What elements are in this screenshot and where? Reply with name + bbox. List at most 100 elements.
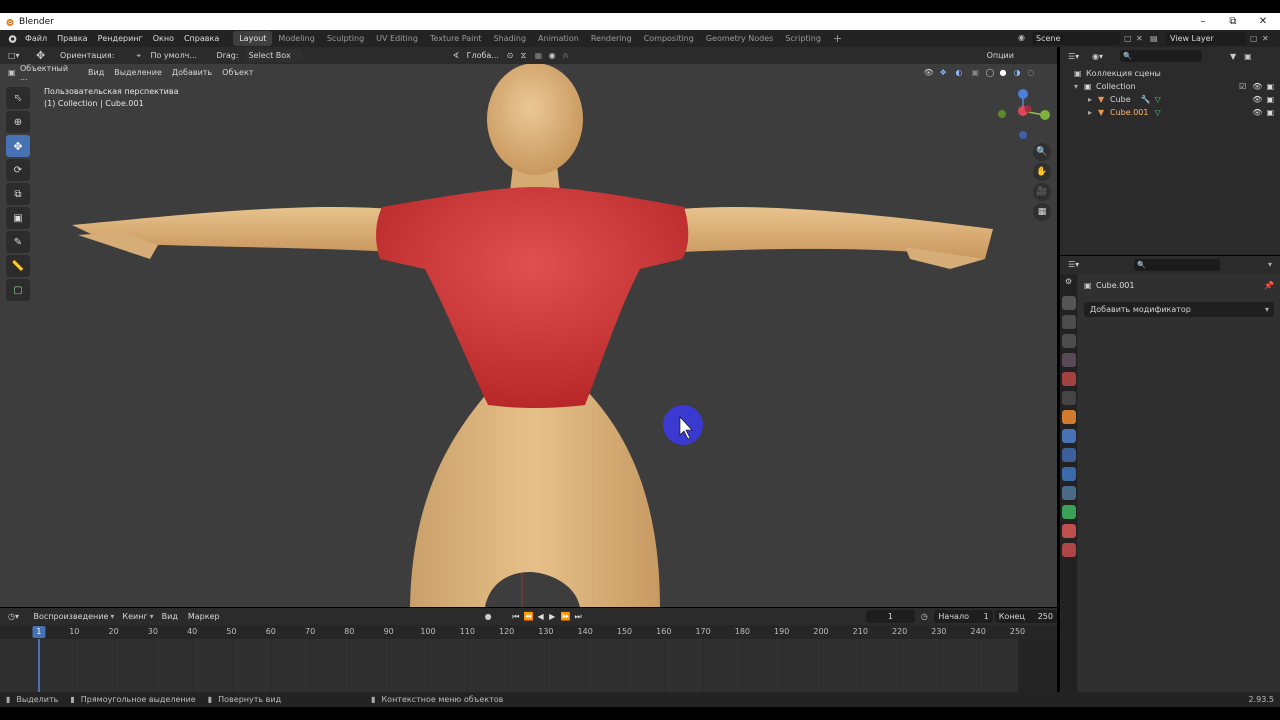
menu-window[interactable]: Окно (153, 34, 174, 43)
tab-uv-editing[interactable]: UV Editing (370, 31, 424, 46)
close-button[interactable]: ✕ (1247, 13, 1279, 30)
tree-item-collection[interactable]: ▾ ▣ Collection ☑ 👁 ▣ (1074, 80, 1274, 93)
menu-edit[interactable]: Правка (57, 34, 87, 43)
play-icon[interactable]: ▶ (549, 612, 561, 621)
timeline-track-area[interactable] (0, 639, 1057, 692)
tree-item-cube[interactable]: ▸ ▼ Cube 🔧 ▽ 👁 ▣ (1074, 93, 1274, 106)
tab-animation[interactable]: Animation (532, 31, 585, 46)
properties-editor-type-icon[interactable]: ☰▾ (1068, 260, 1086, 269)
filter-icon[interactable]: ▼ (1230, 52, 1236, 61)
rotate-tool[interactable]: ⟳ (6, 159, 30, 181)
new-scene-icon[interactable]: ▢ (1124, 34, 1136, 43)
viewport-menu-view[interactable]: Вид (88, 68, 104, 77)
mode-dropdown[interactable]: Объектный ... (20, 64, 78, 82)
tab-texture-paint[interactable]: Texture Paint (424, 31, 488, 46)
material-tab-icon[interactable] (1061, 524, 1076, 538)
tree-item-cube-001[interactable]: ▸ ▼ Cube.001 ▽ 👁 ▣ (1074, 106, 1274, 119)
jump-start-icon[interactable]: ⏮ (512, 612, 524, 622)
play-reverse-icon[interactable]: ◀ (537, 612, 549, 621)
record-icon[interactable]: ● (485, 612, 499, 621)
viewport-menu-object[interactable]: Объект (222, 68, 253, 77)
object-tab-icon[interactable] (1061, 410, 1076, 424)
xray-icon[interactable]: ▣ (971, 68, 985, 77)
menu-help[interactable]: Справка (184, 34, 219, 43)
options-dropdown[interactable]: Опции (987, 51, 1014, 60)
gizmo-z-icon[interactable] (1018, 89, 1028, 99)
checkbox-icon[interactable]: ☑ (1239, 80, 1246, 93)
delete-view-layer-icon[interactable]: ✕ (1262, 34, 1274, 43)
expand-arrow-icon[interactable]: ▸ (1088, 93, 1098, 106)
view-layer-tab-icon[interactable] (1061, 334, 1076, 348)
tab-sculpting[interactable]: Sculpting (321, 31, 370, 46)
gizmo-neg-z-icon[interactable] (1019, 131, 1027, 139)
tab-layout[interactable]: Layout (233, 31, 273, 46)
gizmo-toggle-icon[interactable]: ❖ (939, 68, 955, 77)
annotate-tool[interactable]: ✎ (6, 231, 30, 253)
camera-icon[interactable]: ▣ (1266, 106, 1274, 119)
expand-arrow-icon[interactable]: ▸ (1088, 106, 1098, 119)
blender-menu-icon[interactable] (6, 33, 17, 44)
measure-tool[interactable]: 📏 (6, 255, 30, 277)
timeline-menu-keying[interactable]: Кеинг (122, 612, 147, 621)
gizmo-neg-y-icon[interactable] (998, 110, 1006, 118)
viewport-menu-add[interactable]: Добавить (172, 68, 212, 77)
playhead[interactable] (37, 639, 40, 692)
properties-search-input[interactable]: 🔍 (1134, 258, 1220, 271)
add-modifier-dropdown[interactable]: Добавить модификатор ▾ (1084, 302, 1274, 317)
gizmo-y-icon[interactable] (1040, 110, 1050, 120)
timeline-menu-view[interactable]: Вид (162, 612, 178, 621)
texture-tab-icon[interactable] (1061, 543, 1076, 557)
eye-icon[interactable]: 👁 (1252, 106, 1262, 119)
camera-view-button[interactable]: 🎥 (1033, 183, 1051, 201)
snap-icon[interactable]: ⧖ (521, 51, 535, 61)
move-tool[interactable]: ✥ (6, 135, 30, 157)
editor-type-icon[interactable]: □▾ (8, 51, 26, 60)
add-workspace-button[interactable]: + (827, 31, 848, 46)
shading-wire-icon[interactable]: ◯ (985, 68, 999, 77)
tab-modeling[interactable]: Modeling (272, 31, 320, 46)
ortho-toggle-button[interactable]: ▦ (1033, 203, 1051, 221)
modifier-tab-icon[interactable] (1061, 429, 1076, 443)
jump-end-icon[interactable]: ⏭ (574, 612, 586, 622)
camera-icon[interactable]: ▣ (1266, 93, 1274, 106)
proportional-edit-icon[interactable]: ◉ (549, 51, 563, 60)
gizmo-neg-x-icon[interactable] (1024, 105, 1032, 113)
falloff-icon[interactable]: ∩ (563, 51, 577, 60)
transform-space-dropdown[interactable]: Глоба... (467, 51, 507, 60)
timeline-menu-playback[interactable]: Воспроизведение (34, 612, 109, 621)
tab-compositing[interactable]: Compositing (638, 31, 700, 46)
camera-icon[interactable]: ▣ (1266, 80, 1274, 93)
zoom-button[interactable]: 🔍 (1033, 143, 1051, 161)
menu-file[interactable]: Файл (25, 34, 47, 43)
add-cube-tool[interactable]: ▢ (6, 279, 30, 301)
particles-tab-icon[interactable] (1061, 448, 1076, 462)
view-layer-selector[interactable]: ▤ View Layer ▢ ✕ (1150, 32, 1274, 45)
scene-selector[interactable]: ◉ Scene ▢ ✕ (1018, 32, 1148, 45)
tab-geometry-nodes[interactable]: Geometry Nodes (700, 31, 779, 46)
display-mode-icon[interactable]: ◉▾ (1092, 52, 1110, 61)
visibility-icon[interactable]: 👁 (923, 68, 939, 77)
navigation-gizmo[interactable] (992, 87, 1052, 143)
end-frame-field[interactable]: Конец 250 (994, 610, 1057, 623)
timeline-menu-marker[interactable]: Маркер (188, 612, 220, 621)
orientation-dropdown[interactable]: По умолч... (150, 51, 210, 60)
timeline-ruler[interactable]: 1 10 20 30 40 50 60 70 80 90 100 110 120 130 140 150 160… (0, 625, 1057, 639)
viewport-scene[interactable] (0, 47, 1057, 607)
shading-material-icon[interactable]: ◑ (1013, 68, 1027, 77)
outliner-search-input[interactable]: 🔍 (1120, 50, 1202, 62)
cursor-tool[interactable]: ⊕ (6, 111, 30, 133)
world-tab-icon[interactable] (1061, 372, 1076, 386)
maximize-button[interactable]: ⧉ (1217, 13, 1249, 30)
tool-tab-icon[interactable]: ⚙ (1062, 277, 1076, 291)
menu-render[interactable]: Рендеринг (98, 34, 143, 43)
transform-tool[interactable]: ▣ (6, 207, 30, 229)
chevron-down-icon[interactable]: ▾ (1268, 260, 1272, 269)
start-frame-field[interactable]: Начало 1 (934, 610, 993, 623)
view-layer-field[interactable]: View Layer (1166, 32, 1246, 45)
outliner-editor-type-icon[interactable]: ☰▾ (1068, 52, 1086, 61)
timeline-editor-type-icon[interactable]: ◷▾ (8, 612, 26, 621)
eye-icon[interactable]: 👁 (1252, 93, 1262, 106)
pivot-icon[interactable]: ⊙ (507, 51, 521, 60)
tab-shading[interactable]: Shading (488, 31, 533, 46)
collection-tab-icon[interactable] (1061, 391, 1076, 405)
